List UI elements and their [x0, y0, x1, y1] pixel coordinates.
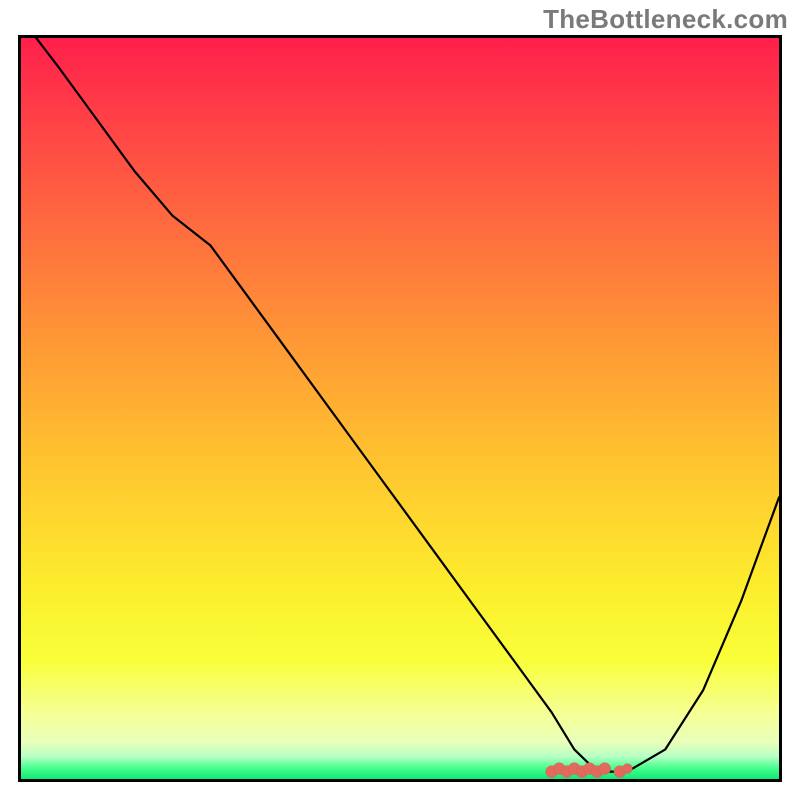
chart-frame — [18, 35, 782, 782]
watermark-text: TheBottleneck.com — [543, 4, 788, 35]
bottleneck-curve — [21, 38, 779, 779]
valley-marker — [599, 763, 611, 775]
valley-marker — [622, 764, 632, 774]
